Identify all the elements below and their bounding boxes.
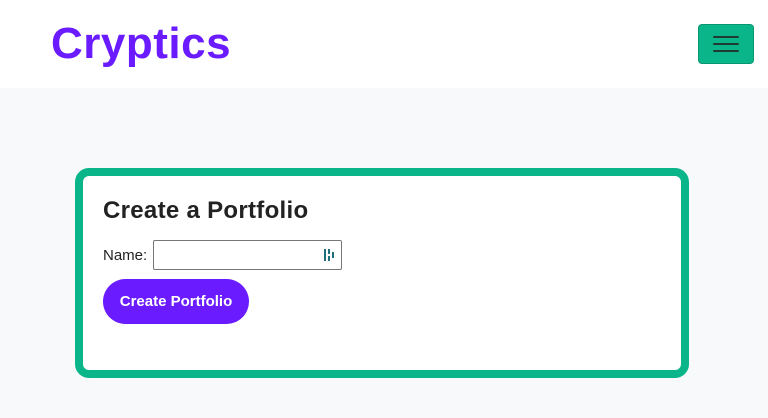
name-field-wrapper bbox=[153, 240, 342, 270]
brand-logo[interactable]: Cryptics bbox=[51, 18, 231, 70]
top-navbar: Cryptics bbox=[0, 0, 768, 88]
create-portfolio-card: Create a Portfolio Name: Create Portfoli… bbox=[75, 168, 689, 378]
password-manager-icon[interactable] bbox=[324, 248, 336, 262]
name-input[interactable] bbox=[154, 241, 319, 269]
name-label: Name: bbox=[103, 247, 148, 264]
create-portfolio-button[interactable]: Create Portfolio bbox=[103, 279, 249, 324]
menu-toggle-button[interactable] bbox=[698, 24, 754, 64]
card-title: Create a Portfolio bbox=[103, 197, 309, 224]
